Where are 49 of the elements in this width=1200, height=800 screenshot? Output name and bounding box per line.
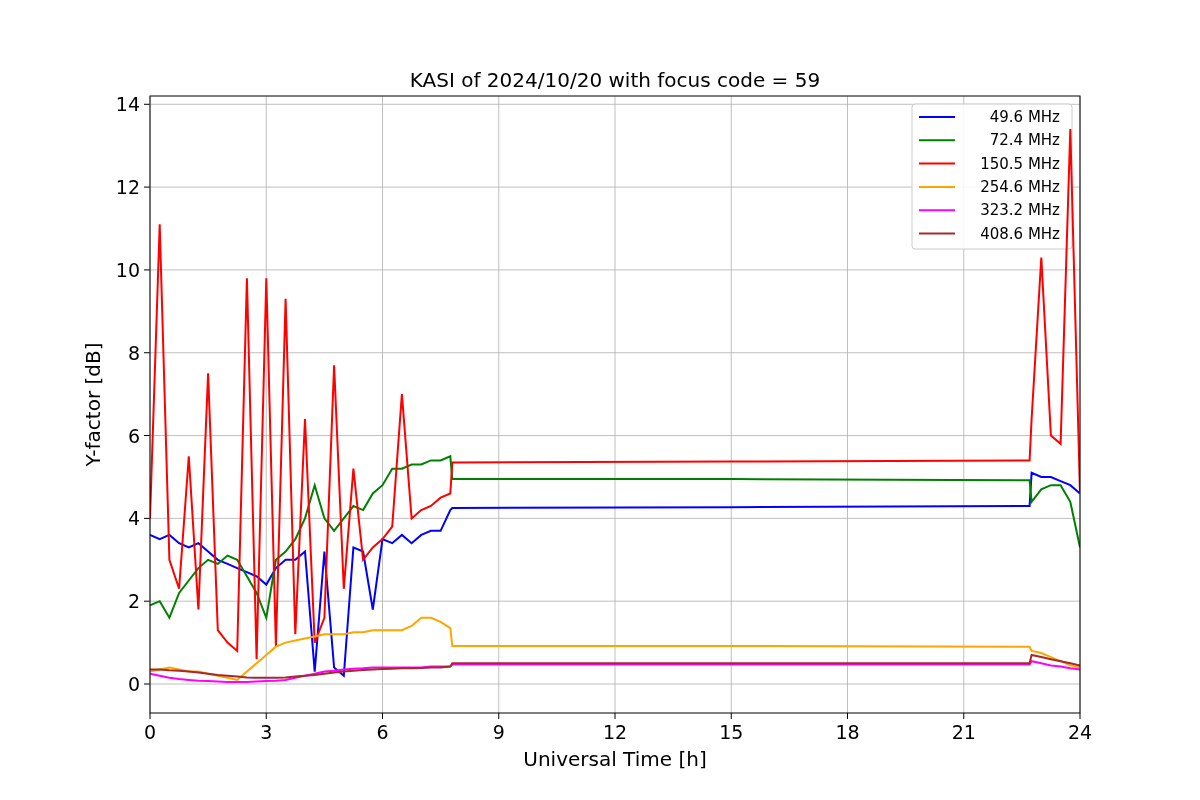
y-tick: 0 [127,673,151,695]
y-tick-label: 2 [127,590,140,613]
y-tick: 14 [115,93,151,116]
y-tick-label: 6 [127,424,140,447]
legend-label: 254.6 MHz [980,177,1060,196]
x-tick: 0 [143,712,157,743]
x-tick: 6 [376,712,389,743]
y-tick-label: 8 [127,341,140,364]
x-tick-label: 0 [143,721,157,743]
y-tick: 12 [115,176,151,199]
y-tick: 10 [115,258,151,281]
y-tick-label: 0 [127,673,140,696]
legend-line [918,185,956,188]
legend-label: 49.6 MHz [989,108,1060,126]
x-tick-label: 3 [260,721,273,743]
y-tick-label: 4 [127,507,140,530]
x-tick-label: 21 [951,721,976,743]
y-tick: 4 [127,507,151,530]
x-tick: 24 [1067,712,1093,743]
legend-label: 323.2 MHz [980,201,1060,220]
y-tick-label: 14 [115,93,140,116]
x-tick-label: 15 [719,721,744,743]
chart-title: KASI of 2024/10/20 with focus code = 59 [409,68,821,92]
y-axis-label: Y-factor [dB] [81,342,105,467]
legend-line [918,139,956,142]
x-tick-label: 24 [1067,721,1093,743]
x-tick: 15 [719,712,744,743]
x-tick-label: 12 [602,721,628,743]
x-tick-label: 9 [492,721,505,743]
legend-label: 72.4 MHz [989,131,1060,150]
legend-line [918,209,956,212]
x-axis-label: Universal Time [h] [523,747,707,771]
y-tick: 8 [127,341,151,364]
legend-line [918,232,956,235]
y-tick: 2 [127,590,151,613]
legend-line [918,162,956,165]
y-tick-label: 12 [115,176,140,199]
legend-label: 408.6 MHz [980,224,1060,243]
x-tick-label: 6 [376,721,389,743]
y-tick-label: 10 [115,258,140,281]
x-tick: 9 [492,712,505,743]
x-tick: 21 [951,712,976,743]
x-tick: 18 [835,712,860,743]
legend-line [918,116,956,118]
legend-label: 150.5 MHz [980,154,1060,173]
x-tick: 3 [260,712,273,743]
x-tick: 12 [602,712,628,743]
y-tick: 6 [127,424,151,447]
x-tick-label: 18 [835,721,860,743]
